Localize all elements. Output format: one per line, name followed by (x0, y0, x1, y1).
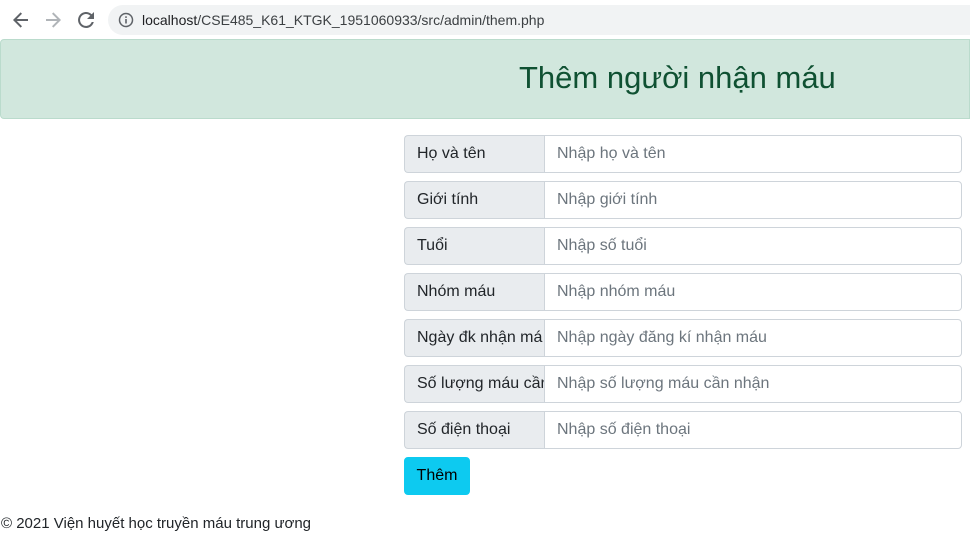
phone-input[interactable] (544, 411, 962, 449)
blood-amount-label: Số lượng máu cần (404, 365, 544, 403)
blood-type-input[interactable] (544, 273, 962, 311)
url-host: localhost (142, 12, 198, 28)
age-input[interactable] (544, 227, 962, 265)
url-path: /CSE485_K61_KTGK_1951060933/src/admin/th… (197, 12, 545, 28)
reload-icon[interactable] (75, 9, 97, 31)
gender-label: Giới tính (404, 181, 544, 219)
register-date-input[interactable] (544, 319, 962, 357)
add-button[interactable]: Thêm (404, 457, 470, 495)
browser-toolbar: localhost/CSE485_K61_KTGK_1951060933/src… (0, 0, 970, 39)
arrow-right-icon[interactable] (42, 9, 64, 31)
form-row-age: Tuổi (404, 227, 962, 265)
form-row-blood-type: Nhóm máu (404, 273, 962, 311)
address-bar[interactable]: localhost/CSE485_K61_KTGK_1951060933/src… (108, 5, 970, 35)
gender-input[interactable] (544, 181, 962, 219)
register-date-label: Ngày đk nhận má (404, 319, 544, 357)
blood-type-label: Nhóm máu (404, 273, 544, 311)
form-row-name: Họ và tên (404, 135, 962, 173)
footer-copyright: © 2021 Viện huyết học truyền máu trung ư… (1, 515, 312, 532)
arrow-left-icon[interactable] (10, 9, 32, 31)
url-text[interactable]: localhost/CSE485_K61_KTGK_1951060933/src… (142, 12, 544, 28)
form-row-register-date: Ngày đk nhận má (404, 319, 962, 357)
blood-amount-input[interactable] (544, 365, 962, 403)
form-row-blood-amount: Số lượng máu cần (404, 365, 962, 403)
form-row-phone: Số điện thoại (404, 411, 962, 449)
page-title: Thêm người nhận máu (519, 60, 836, 95)
form-row-gender: Giới tính (404, 181, 962, 219)
info-icon[interactable] (118, 12, 134, 28)
phone-label: Số điện thoại (404, 411, 544, 449)
name-input[interactable] (544, 135, 962, 173)
name-label: Họ và tên (404, 135, 544, 173)
age-label: Tuổi (404, 227, 544, 265)
page-header: Thêm người nhận máu (0, 39, 970, 119)
